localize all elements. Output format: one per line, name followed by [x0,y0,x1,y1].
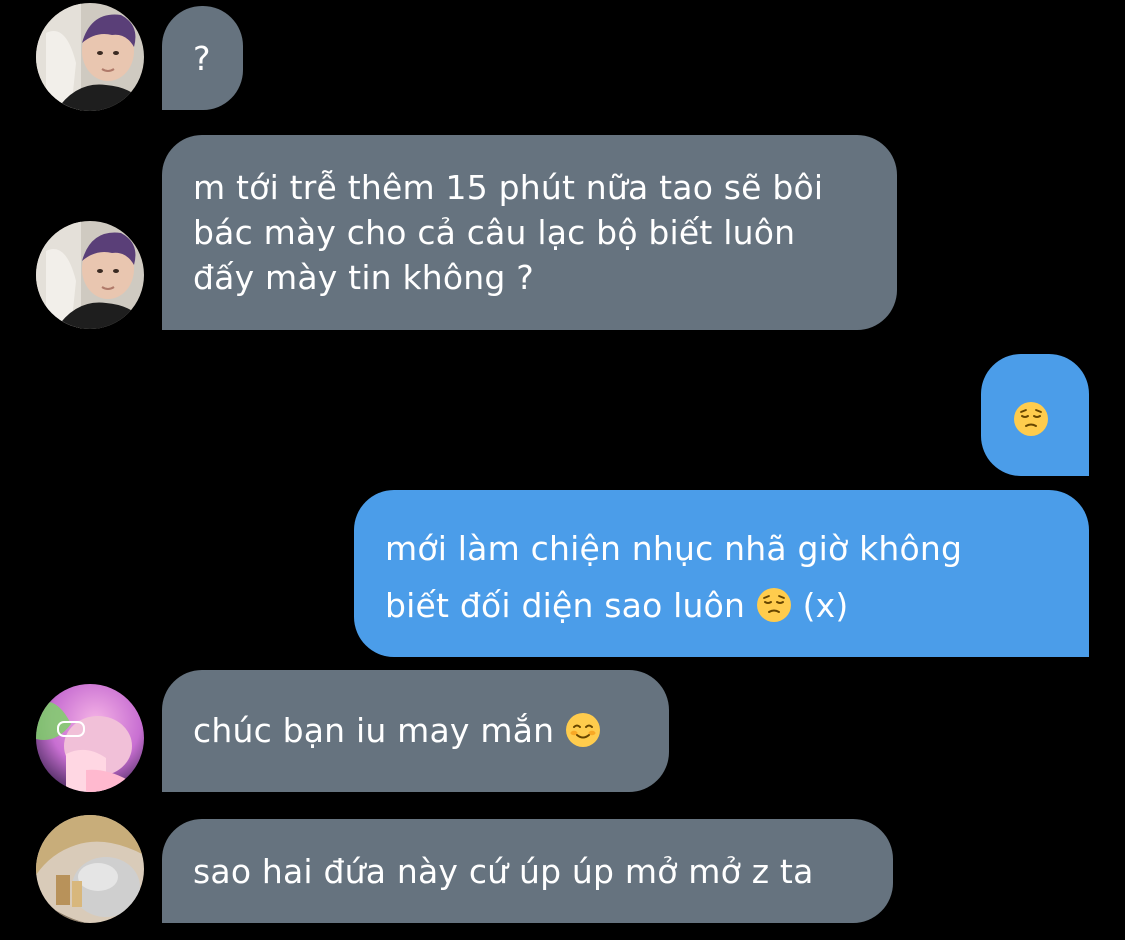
sender-avatar[interactable] [36,3,144,111]
message-text-line-2: bác mày cho cả câu lạc bộ biết luôn [193,213,796,252]
incoming-message[interactable]: ? [162,6,243,110]
message-text: chúc bạn iu may mắn [193,711,555,750]
message-text-line-2: biết đối diện sao luôn [385,586,746,625]
message-text-line-3: đấy mày tin không ? [193,258,534,297]
message-text-line-1: m tới trễ thêm 15 phút nữa tao sẽ bôi [193,168,824,207]
sender-avatar[interactable] [36,815,144,923]
message-text-line-1: mới làm chiện nhục nhã giờ không [385,529,963,568]
message-text-suffix: (x) [802,586,849,625]
message-text: ? [193,39,211,78]
message-text-wrapper: chúc bạn iu may mắn [193,708,638,753]
pensive-face-icon [1013,401,1049,437]
pensive-face-icon [756,587,792,623]
outgoing-message[interactable]: mới làm chiện nhục nhã giờ không biết đố… [354,490,1089,657]
incoming-message[interactable]: chúc bạn iu may mắn [162,670,669,792]
incoming-message[interactable]: sao hai đứa này cứ úp úp mở mở z ta [162,819,893,923]
message-text: sao hai đứa này cứ úp úp mở mở z ta [193,852,814,891]
sender-avatar[interactable] [36,221,144,329]
sender-avatar[interactable] [36,684,144,792]
message-text-line-2-wrapper: biết đối diện sao luôn (x) [385,577,1058,634]
incoming-message[interactable]: m tới trễ thêm 15 phút nữa tao sẽ bôi bá… [162,135,897,330]
outgoing-message[interactable] [981,354,1089,476]
chat-thread: ? m tới trễ thêm 15 phút nữa tao sẽ bôi … [0,0,1125,940]
smiling-face-icon [565,712,601,748]
